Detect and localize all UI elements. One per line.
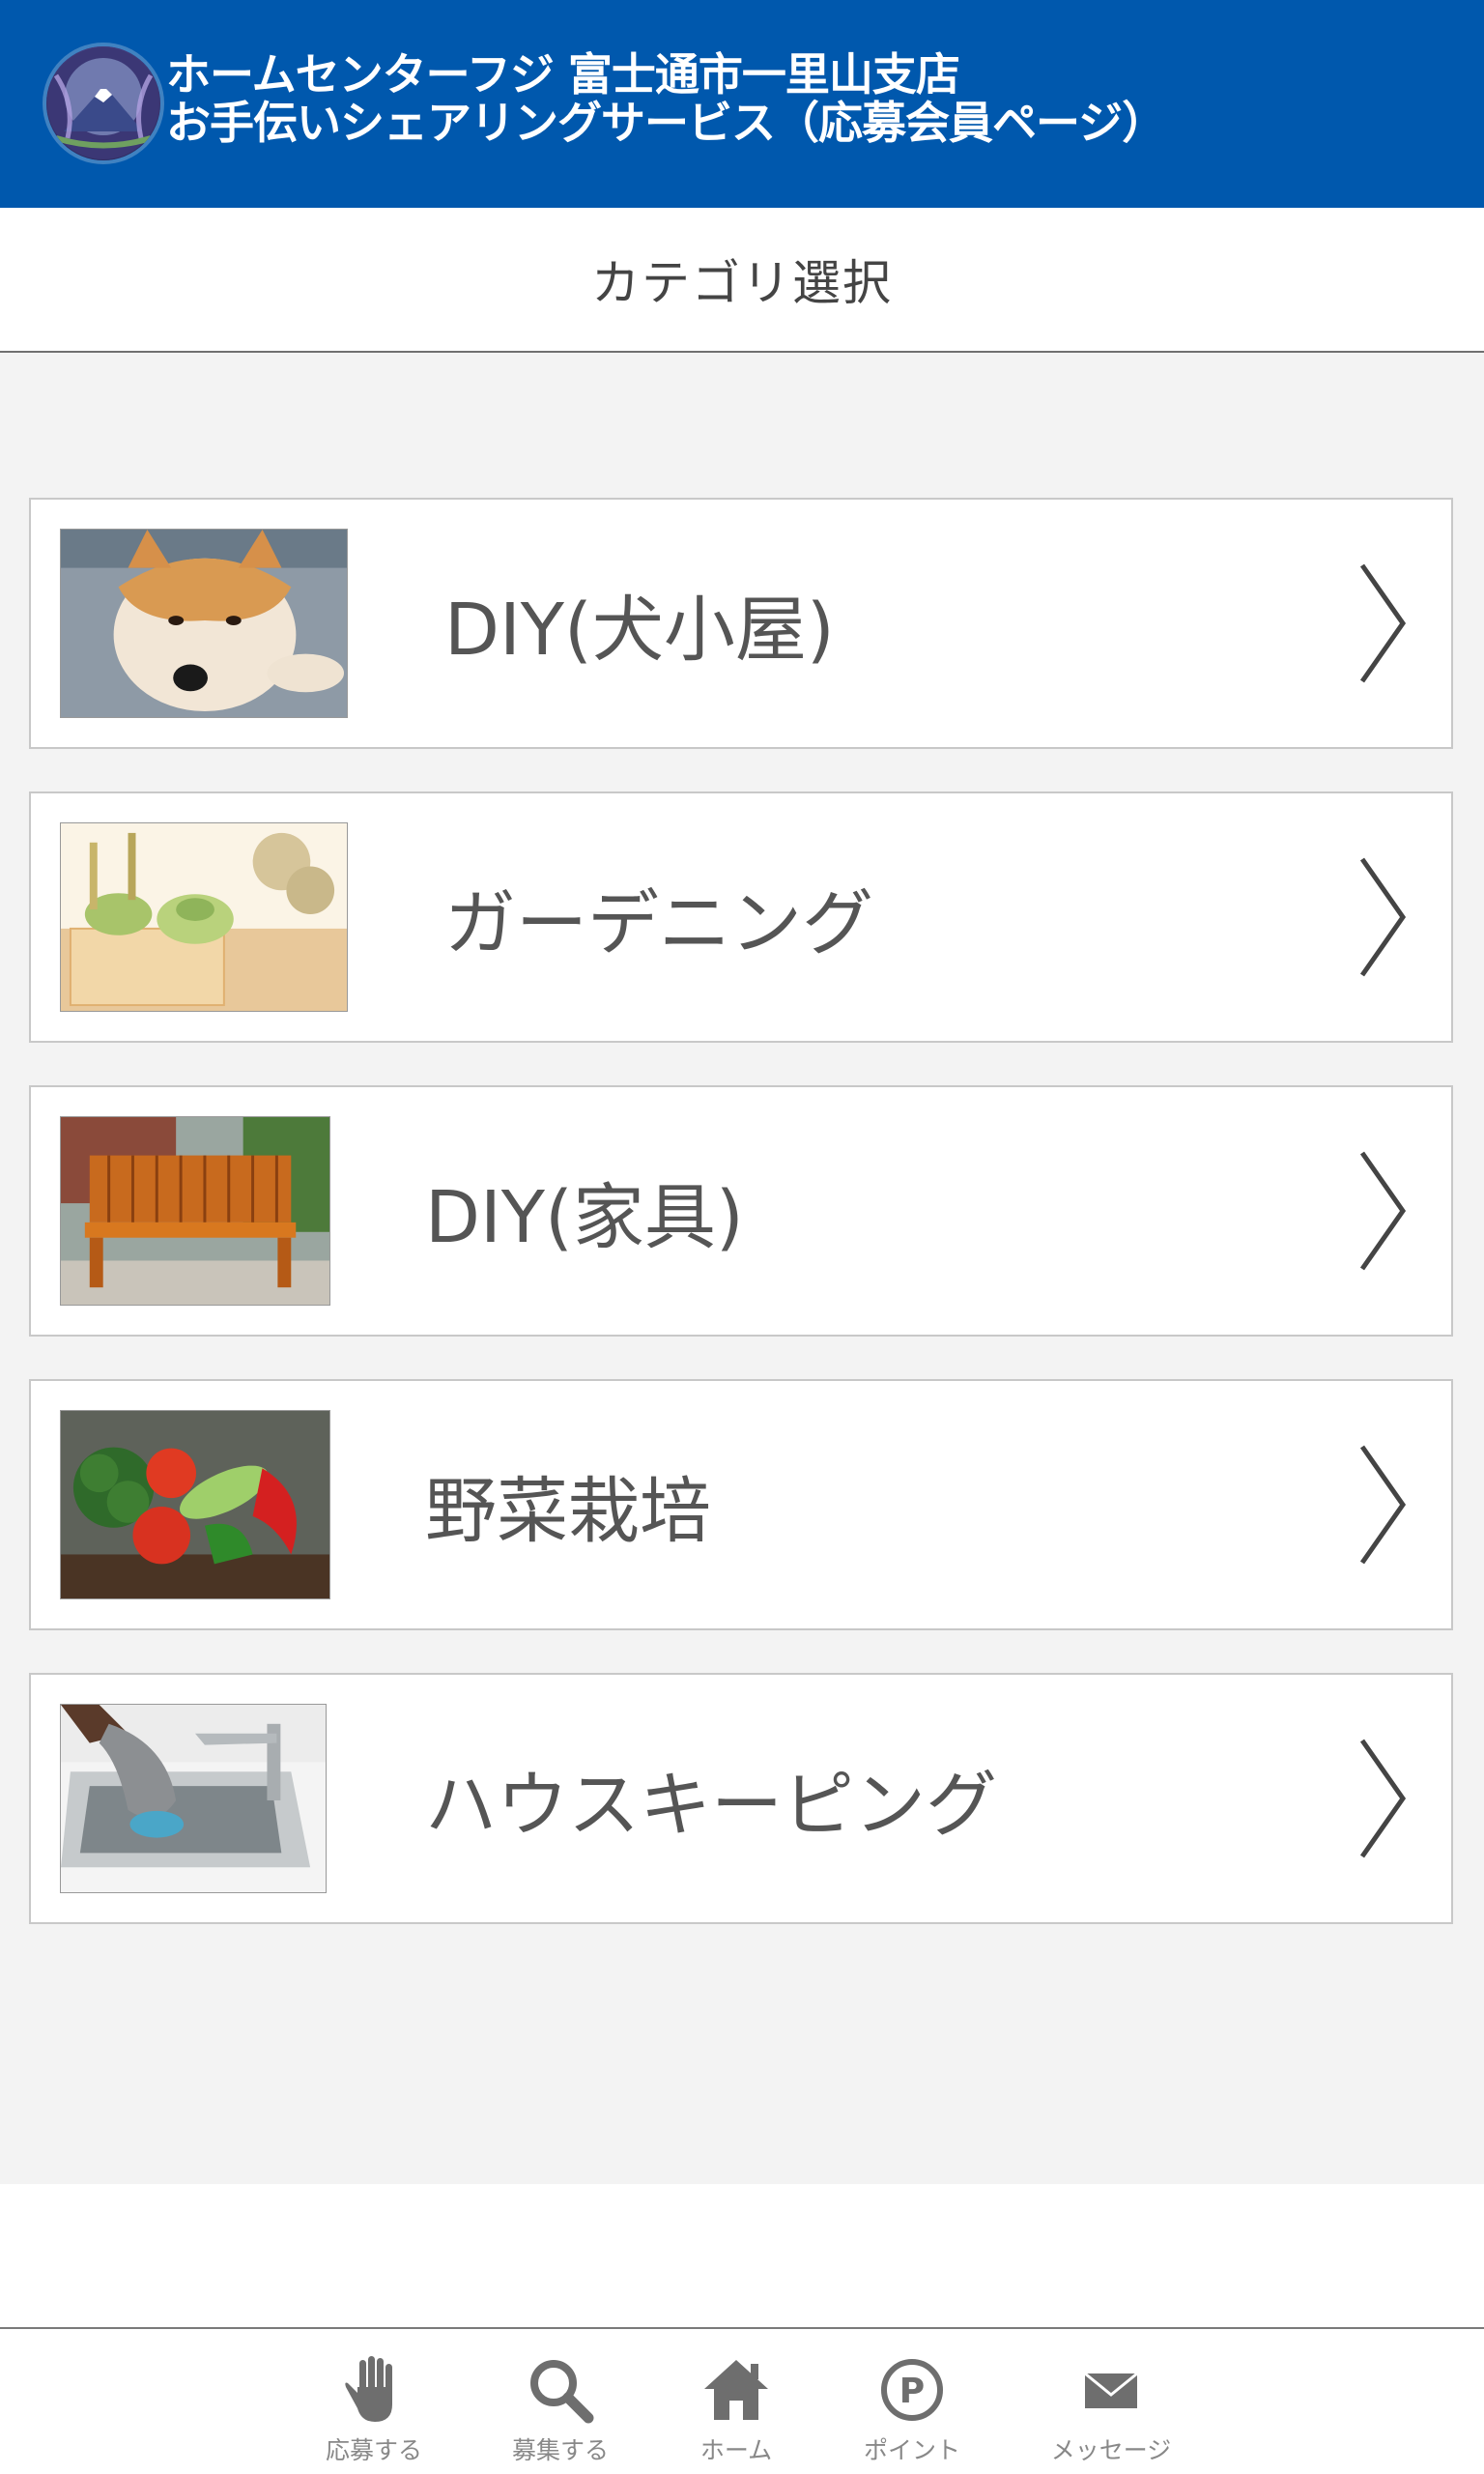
nav-points-label: ポイント: [863, 2436, 960, 2464]
page-title: カテゴリ選択: [591, 255, 893, 311]
wooden-bench-photo: [60, 1116, 330, 1306]
nav-apply-label: 応募する: [325, 2436, 422, 2464]
category-label: 野菜栽培: [425, 1469, 711, 1553]
header-line-1: ホームセンターフジ 富士通市一里山支店: [166, 48, 960, 101]
chevron-right-icon: [1359, 857, 1407, 977]
nav-messages-label: メッセージ: [1050, 2436, 1172, 2464]
app-screen: ホームセンターフジ 富士通市一里山支店 お手伝いシェアリングサービス（応募会員ペ…: [0, 0, 1484, 2474]
chevron-right-icon: [1359, 1151, 1407, 1271]
category-label: DIY(犬小屋): [444, 588, 835, 672]
hand-icon: [345, 2356, 392, 2422]
category-list: DIY(犬小屋) ガーデニング DIY(家具) 野菜栽培 ハウスキーピング: [0, 353, 1484, 2184]
category-label: DIY(家具): [425, 1175, 744, 1259]
header-line-2: お手伝いシェアリングサービス（応募会員ページ）: [166, 97, 1166, 149]
bottom-nav: 応募する 募集する ホーム P ポイント メッセージ: [0, 2327, 1484, 2474]
home-icon: [704, 2360, 768, 2420]
category-label: ハウスキーピング: [425, 1763, 997, 1847]
nav-recruit[interactable]: 募集する: [488, 2331, 633, 2474]
category-item-vegetable-growing[interactable]: 野菜栽培: [29, 1379, 1453, 1630]
nav-points[interactable]: P ポイント: [840, 2331, 985, 2474]
svg-text:P: P: [899, 2372, 925, 2411]
vegetables-photo: [60, 1410, 330, 1599]
point-icon: P: [881, 2359, 943, 2421]
nav-messages[interactable]: メッセージ: [1039, 2331, 1184, 2474]
nav-home[interactable]: ホーム: [664, 2331, 809, 2474]
succulent-plants-photo: [60, 822, 348, 1012]
chevron-right-icon: [1359, 1739, 1407, 1858]
nav-recruit-label: 募集する: [511, 2436, 609, 2464]
mail-icon: [1084, 2372, 1138, 2408]
nav-home-label: ホーム: [699, 2436, 773, 2464]
category-item-diy-doghouse[interactable]: DIY(犬小屋): [29, 498, 1453, 749]
category-item-housekeeping[interactable]: ハウスキーピング: [29, 1673, 1453, 1924]
sink-cleaning-photo: [60, 1704, 327, 1893]
store-name: ホームセンターフジ 富士通市一里山支店 お手伝いシェアリングサービス（応募会員ペ…: [166, 48, 1166, 149]
shiba-dog-photo: [60, 529, 348, 718]
chevron-right-icon: [1359, 1445, 1407, 1565]
category-item-diy-furniture[interactable]: DIY(家具): [29, 1085, 1453, 1337]
category-item-gardening[interactable]: ガーデニング: [29, 791, 1453, 1043]
search-icon: [530, 2360, 594, 2424]
app-header: ホームセンターフジ 富士通市一里山支店 お手伝いシェアリングサービス（応募会員ペ…: [0, 0, 1484, 208]
nav-apply[interactable]: 応募する: [301, 2331, 446, 2474]
page-title-bar: カテゴリ選択: [0, 208, 1484, 353]
chevron-right-icon: [1359, 563, 1407, 683]
category-label: ガーデニング: [444, 881, 873, 965]
store-logo: [46, 46, 160, 160]
